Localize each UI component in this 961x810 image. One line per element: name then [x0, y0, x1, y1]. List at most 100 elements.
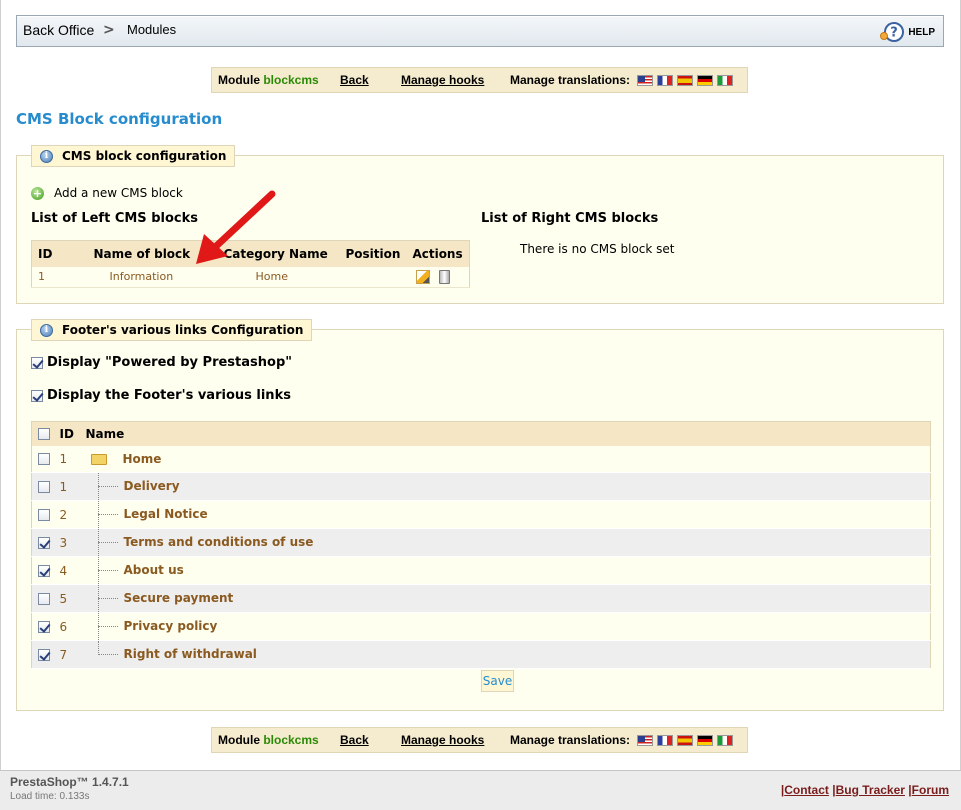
row-checkbox[interactable] [38, 509, 50, 521]
footer-links-checkbox[interactable] [31, 389, 43, 402]
row-name[interactable]: Right of withdrawal [124, 647, 257, 661]
footer-links-config-legend: i Footer's various links Configuration [31, 319, 313, 341]
select-all-checkbox[interactable] [38, 428, 50, 441]
row-checkbox[interactable] [38, 593, 50, 605]
table-header-row: ID Name of block Category Name Position … [31, 240, 470, 267]
row-block-name[interactable]: Information [87, 266, 218, 288]
help-icon: ? [880, 22, 905, 42]
forum-link[interactable]: Forum [912, 783, 949, 797]
add-cms-block-link[interactable]: + Add a new CMS block [31, 186, 183, 200]
tree-connector-icon [97, 641, 120, 668]
translation-flags [637, 735, 733, 746]
column-name-of-block: Name of block [87, 240, 218, 267]
flag-fr-icon[interactable] [657, 735, 673, 746]
column-id: ID [59, 421, 86, 446]
row-name[interactable]: Delivery [124, 479, 180, 493]
column-actions: Actions [406, 240, 470, 267]
footer-links-config-legend-text: Footer's various links Configuration [62, 323, 304, 337]
row-checkbox[interactable] [38, 537, 50, 549]
row-name[interactable]: Home [123, 452, 162, 466]
row-name[interactable]: Secure payment [124, 591, 234, 605]
column-name: Name [85, 421, 931, 446]
table-row[interactable]: 4 About us [31, 556, 931, 585]
row-checkbox[interactable] [38, 621, 50, 633]
footer-links-table: ID Name 1 Home 1 Delivery 2 Legal Notice 3 Term… [31, 421, 931, 669]
edit-icon[interactable] [416, 269, 431, 284]
page-title: CMS Block configuration [16, 110, 223, 128]
row-checkbox[interactable] [38, 565, 50, 577]
row-actions [406, 266, 470, 288]
breadcrumb-modules[interactable]: Modules [127, 22, 176, 37]
table-header-row: ID Name [31, 421, 931, 446]
row-checkbox[interactable] [38, 481, 50, 493]
help-button[interactable]: ? HELP [879, 20, 935, 44]
option-powered-by[interactable]: Display "Powered by Prestashop" [31, 355, 292, 370]
row-name[interactable]: Privacy policy [124, 619, 218, 633]
row-name-cell: Terms and conditions of use [85, 528, 931, 557]
footer-links: |Contact |Bug Tracker |Forum [781, 783, 949, 797]
table-row[interactable]: 3 Terms and conditions of use [31, 528, 931, 557]
row-name[interactable]: About us [124, 563, 184, 577]
info-icon: i [40, 149, 53, 163]
row-name[interactable]: Terms and conditions of use [124, 535, 314, 549]
table-row[interactable]: 5 Secure payment [31, 584, 931, 613]
bug-tracker-link[interactable]: Bug Tracker [836, 783, 905, 797]
column-category-name: Category Name [217, 240, 340, 267]
left-blocks-title: List of Left CMS blocks [31, 211, 198, 226]
manage-hooks-link[interactable]: Manage hooks [401, 73, 484, 87]
info-icon: i [40, 323, 53, 337]
save-button[interactable]: Save [481, 670, 514, 692]
flag-en-icon[interactable] [637, 75, 653, 86]
row-checkbox-cell [31, 584, 60, 613]
folder-icon [90, 453, 107, 465]
flag-de-icon[interactable] [697, 75, 713, 86]
svg-text:?: ? [891, 26, 899, 41]
table-row[interactable]: 1 Delivery [31, 472, 931, 501]
manage-hooks-link[interactable]: Manage hooks [401, 733, 484, 747]
table-row[interactable]: 6 Privacy policy [31, 612, 931, 641]
row-name-cell: Home [85, 445, 931, 473]
row-checkbox-cell [31, 528, 60, 557]
row-checkbox[interactable] [38, 453, 50, 466]
flag-it-icon[interactable] [717, 75, 733, 86]
row-checkbox-cell [31, 640, 60, 669]
row-id: 2 [59, 500, 86, 529]
column-position: Position [339, 240, 407, 267]
row-id: 5 [59, 584, 86, 613]
flag-it-icon[interactable] [717, 735, 733, 746]
flag-es-icon[interactable] [677, 735, 693, 746]
flag-fr-icon[interactable] [657, 75, 673, 86]
breadcrumb-back-office[interactable]: Back Office [23, 22, 94, 38]
table-row[interactable]: 1 Information Home [31, 266, 470, 288]
row-id: 6 [59, 612, 86, 641]
table-row[interactable]: 7 Right of withdrawal [31, 640, 931, 669]
flag-de-icon[interactable] [697, 735, 713, 746]
module-name: blockcms [263, 73, 319, 87]
no-right-block-message: There is no CMS block set [520, 242, 675, 256]
row-name[interactable]: Legal Notice [124, 507, 208, 521]
row-checkbox-cell [31, 445, 60, 473]
contact-link[interactable]: Contact [784, 783, 829, 797]
powered-by-label: Display "Powered by Prestashop" [47, 355, 293, 370]
version-label: PrestaShop™ 1.4.7.1 [10, 775, 129, 789]
module-label: Module blockcms [218, 733, 319, 747]
option-footer-links[interactable]: Display the Footer's various links [31, 388, 291, 403]
delete-icon[interactable] [438, 269, 450, 284]
powered-by-checkbox[interactable] [31, 356, 43, 369]
load-time: Load time: 0.133s [10, 791, 90, 802]
module-name: blockcms [263, 733, 319, 747]
row-checkbox[interactable] [38, 649, 50, 661]
row-name-cell: Right of withdrawal [85, 640, 931, 669]
manage-translations-label: Manage translations: [510, 73, 631, 87]
flag-en-icon[interactable] [637, 735, 653, 746]
flag-es-icon[interactable] [677, 75, 693, 86]
breadcrumb: Back Office > Modules ? HELP [16, 15, 944, 47]
add-icon: + [31, 186, 44, 200]
row-checkbox-cell [31, 472, 60, 501]
back-link[interactable]: Back [340, 733, 369, 747]
back-link[interactable]: Back [340, 73, 369, 87]
cms-block-config-panel: i CMS block configuration + Add a new CM… [16, 145, 944, 304]
table-row[interactable]: 2 Legal Notice [31, 500, 931, 529]
row-id: 7 [59, 640, 86, 669]
table-row[interactable]: 1 Home [31, 445, 931, 473]
